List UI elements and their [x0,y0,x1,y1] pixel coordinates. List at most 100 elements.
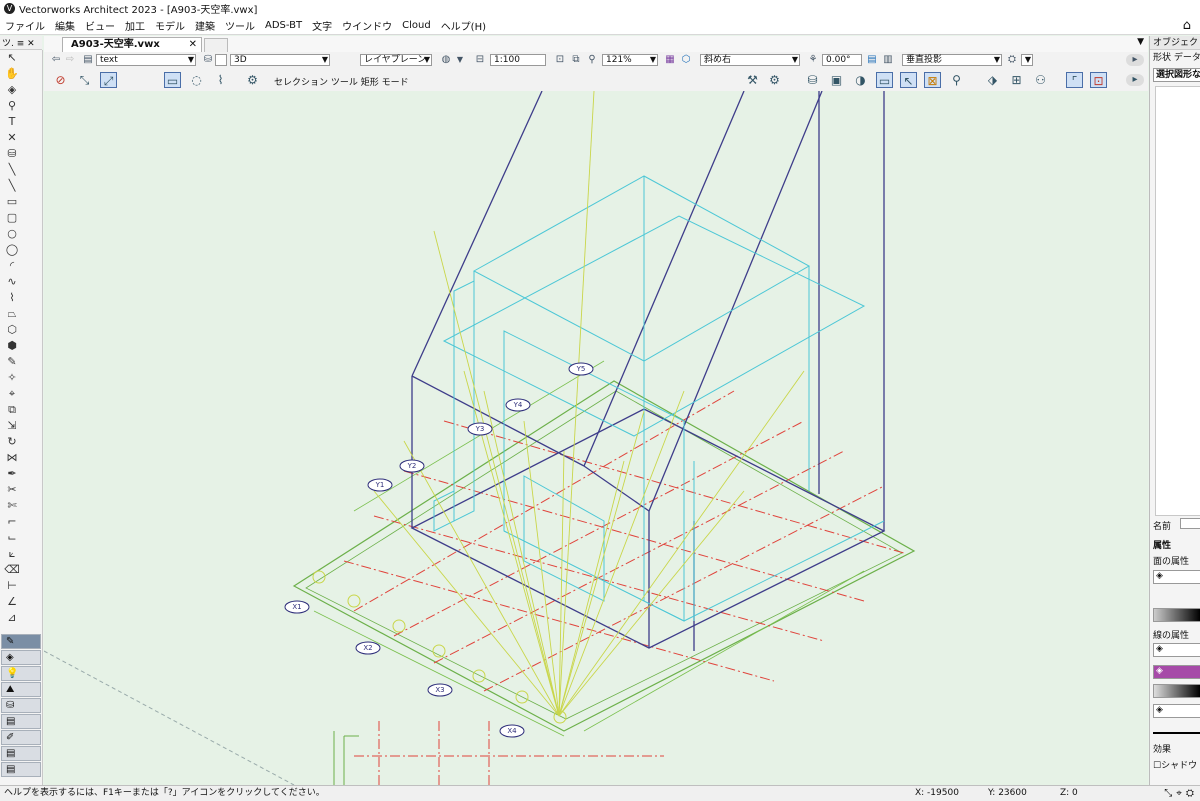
site-toolset-button[interactable]: ⛰ [1,682,41,697]
tab-list-chevron-down-icon[interactable]: ▼ [1137,37,1144,47]
circle-tool-icon[interactable]: ○ [2,226,22,241]
half-tone-icon[interactable]: ◑ [852,72,869,88]
tool-settings-icon[interactable]: ⚙ [244,72,261,88]
connect-tool-icon[interactable]: ⟀ [2,546,22,561]
snap-to-object-icon[interactable]: ↖ [900,72,917,88]
visualization-toolset-button[interactable]: 💡 [1,666,41,681]
layer-stack-icon[interactable]: ⛁ [804,72,821,88]
grid-snap-icon[interactable]: ▦ [664,54,676,66]
saved-views-icon[interactable]: ⛭ [1006,54,1018,66]
snap-to-grid-icon[interactable]: ▭ [876,72,893,88]
home-icon[interactable]: ⌂ [1178,18,1196,33]
working-plane-select[interactable]: レイヤプレーン ▼ [360,54,432,66]
back-arrow-icon[interactable]: ⇦ [50,54,62,66]
3d-modeling-toolset-button[interactable]: ◈ [1,650,41,665]
menu-text[interactable]: 文字 [307,18,337,33]
menu-tools[interactable]: ツール [220,18,260,33]
snap-icon[interactable]: ⌖ [1176,788,1186,799]
line-thickness-select[interactable]: ◈ [1153,704,1200,718]
multiple-object-scaling-icon[interactable]: ⤢ [100,72,117,88]
selection-tool-icon[interactable]: ↖ [2,50,22,65]
scale-field[interactable]: 1:100 [490,54,546,66]
document-tab[interactable]: A903-天空率.vwx ✕ [62,37,202,52]
rounded-rectangle-tool-icon[interactable]: ▢ [2,210,22,225]
working-plane-snap-icon[interactable]: ⊡ [1090,72,1107,88]
render-mode-icon[interactable]: ◍ [440,54,452,66]
menu-window[interactable]: ウインドウ [337,18,397,33]
polygon-marquee-mode-icon[interactable]: ⌇ [212,72,229,88]
spaces-toolset-button[interactable]: ▤ [1,762,41,777]
standard-view-select[interactable]: 斜め右 ▼ [700,54,800,66]
snap-to-intersection-icon[interactable]: ⊠ [924,72,941,88]
pan-tool-icon[interactable]: ✋ [2,66,22,81]
wand-tool-icon[interactable]: ✧ [2,370,22,385]
building-shell-toolset-button[interactable]: ▤ [1,714,41,729]
menu-model[interactable]: モデル [150,18,190,33]
layer-display-icon[interactable]: ▤ [866,54,878,66]
saved-views-dropdown[interactable]: ▼ [1021,54,1033,66]
eyedropper-tool-icon[interactable]: ✒ [2,466,22,481]
snap-to-distance-icon[interactable]: ⚲ [948,72,965,88]
fillet-tool-icon[interactable]: ⌐ [2,514,22,529]
menu-modify[interactable]: 加工 [120,18,150,33]
fit-to-objects-icon[interactable]: ⊡ [554,54,566,66]
menu-architect[interactable]: 建築 [190,18,220,33]
view-cube-icon[interactable]: ⬡ [680,54,692,66]
disable-interactive-scaling-icon[interactable]: ⊘ [52,72,69,88]
chamfer-tool-icon[interactable]: ⌙ [2,530,22,545]
zoom-select[interactable]: 121% ▼ [602,54,658,66]
menu-file[interactable]: ファイル [0,18,50,33]
zoom-icon[interactable]: ⚲ [586,54,598,66]
drawing-canvas[interactable]: X1 X2 X3 X4 Y1 Y2 Y3 Y4 Y5 [44,91,1148,785]
lock-icon[interactable]: ⛭ [1186,788,1198,799]
flyover-tool-icon[interactable]: ◈ [2,82,22,97]
move-tool-icon[interactable]: ⇲ [2,418,22,433]
view-bar-collapse-icon[interactable]: ▸ [1126,54,1144,66]
render-settings-icon[interactable]: ▣ [828,72,845,88]
zoom-tool-icon[interactable]: ⚲ [2,98,22,113]
menu-help[interactable]: ヘルプ(H) [436,18,491,33]
dimension-tool-icon[interactable]: ⊢ [2,578,22,593]
lasso-mode-icon[interactable]: ◌ [188,72,205,88]
menu-cloud[interactable]: Cloud [397,20,436,31]
polygon-tool-icon[interactable]: ⏢ [2,306,22,321]
name-field[interactable] [1180,518,1200,529]
shadow-checkbox[interactable]: ☐シャドウ [1153,758,1197,771]
menu-ads-bt[interactable]: ADS-BT [260,20,307,31]
regular-polygon-tool-icon[interactable]: ⬢ [2,338,22,353]
trim-tool-icon[interactable]: ✄ [2,498,22,513]
line-type-select[interactable] [1153,724,1200,734]
object-info-tabs[interactable]: 形状 データ [1150,51,1200,65]
menu-edit[interactable]: 編集 [50,18,80,33]
new-tab-button[interactable] [204,38,228,53]
snap-settings-icon[interactable]: ⚒ [744,72,761,88]
reshape-tool-icon[interactable]: ⌖ [2,386,22,401]
oval-tool-icon[interactable]: ◯ [2,242,22,257]
furniture-toolset-button[interactable]: ⛁ [1,698,41,713]
single-object-scaling-icon[interactable]: ⤡ [76,72,93,88]
detailing-toolset-button[interactable]: ✐ [1,730,41,745]
double-polygon-tool-icon[interactable]: ⬡ [2,322,22,337]
dims-toolset-button[interactable]: ▤ [1,746,41,761]
basic-toolset-button[interactable]: ✎ [1,634,41,649]
smart-edges-icon[interactable]: ⊞ [1008,72,1025,88]
forward-arrow-icon[interactable]: ⇨ [64,54,76,66]
measure-tool-icon[interactable]: ⊿ [2,610,22,625]
line-style-select[interactable]: ◈ [1153,643,1200,657]
text-tool-icon[interactable]: T [2,114,22,129]
polyline-tool-icon[interactable]: ⌇ [2,290,22,305]
close-tab-icon[interactable]: ✕ [189,38,197,52]
double-line-tool-icon[interactable]: ╲ [2,178,22,193]
line-tool-icon[interactable]: ╲ [2,162,22,177]
locus-tool-icon[interactable]: ✕ [2,130,22,145]
rectangle-tool-icon[interactable]: ▭ [2,194,22,209]
tangent-snap-icon[interactable]: ⚇ [1032,72,1049,88]
projection-select[interactable]: 垂直投影 ▼ [902,54,1002,66]
tool-palette-title[interactable]: ツ. ≡ ✕ [2,36,35,49]
layer-options-button[interactable] [215,54,227,66]
menu-view[interactable]: ビュー [80,18,120,33]
layer-select[interactable]: 3D ▼ [230,54,330,66]
rotation-angle-field[interactable]: 0.00° [822,54,862,66]
mode-bar-collapse-icon[interactable]: ▸ [1126,74,1144,86]
pen-color-swatch[interactable]: ◈ [1153,665,1200,679]
